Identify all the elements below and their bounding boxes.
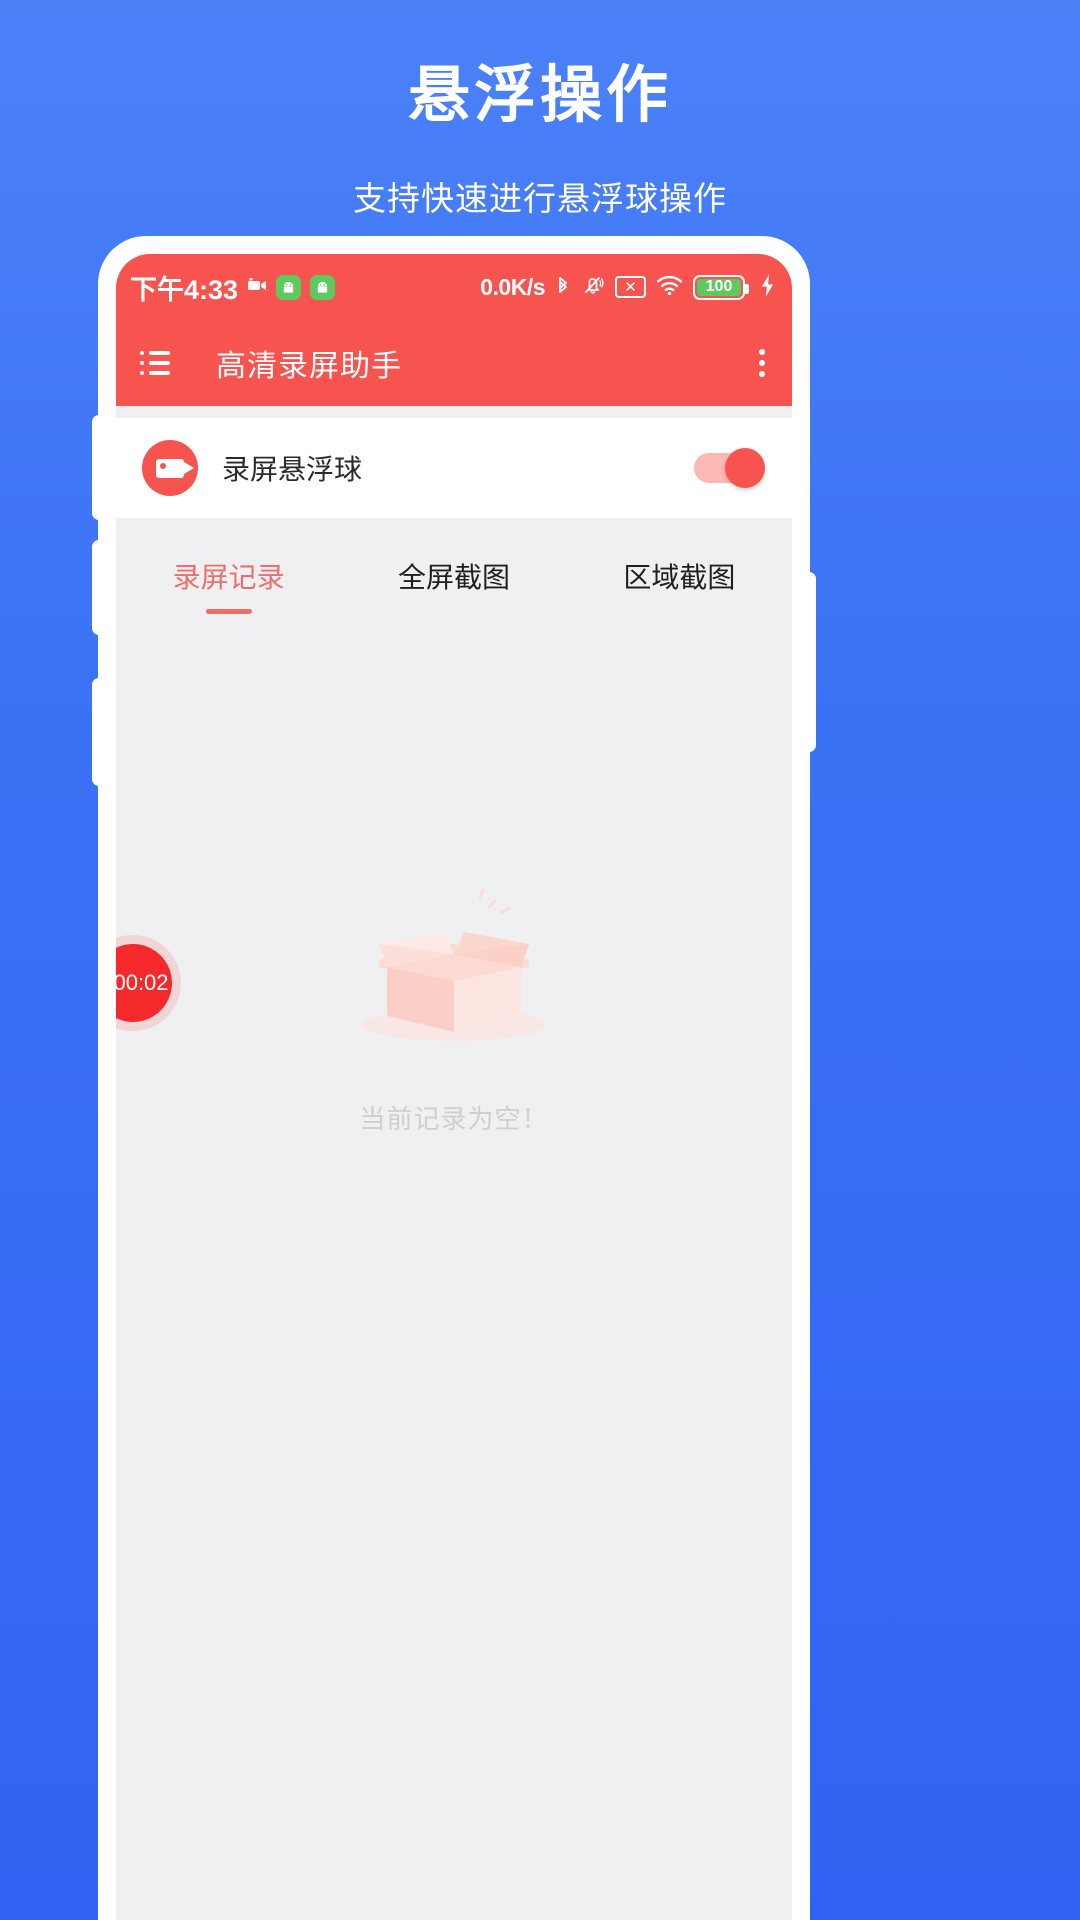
phone-button-left-3 [92,678,106,786]
video-camera-icon [142,440,198,496]
battery-indicator: 100 [693,274,749,300]
empty-state-text: 当前记录为空！ [359,1104,549,1134]
lightning-bolt-icon [759,273,776,302]
phone-button-left-2 [92,540,106,635]
wifi-icon [656,274,683,300]
app-title: 高清录屏助手 [216,350,402,383]
bell-mute-icon [581,273,605,301]
empty-state: 当前记录为空！ [116,882,792,1136]
sim-no-card-icon: ✕ [615,276,646,298]
status-bar-left: 下午4:33 [130,268,336,307]
android-app-badge-1 [276,274,302,300]
page-title: 悬浮操作 [407,61,672,130]
float-ball-label: 录屏悬浮球 [222,454,363,485]
recording-timer-text: 00:02 [116,970,169,995]
more-vertical-icon[interactable] [758,349,766,377]
network-speed: 0.0K/s [480,273,545,300]
tab-recordings[interactable]: 录屏记录 [116,556,341,614]
page-subtitle: 支持快速进行悬浮球操作 [353,180,727,217]
tab-region-capture[interactable]: 区域截图 [567,556,792,614]
status-time: 下午4:33 [130,274,239,305]
status-bar: 下午4:33 0.0K/s ✕ 100 [116,254,792,320]
toggle-knob [725,448,765,488]
float-ball-card[interactable]: 录屏悬浮球 [116,418,792,518]
android-app-badge-2 [310,274,336,300]
list-menu-icon[interactable] [140,351,170,375]
promo-stage: 悬浮操作 支持快速进行悬浮球操作 下午4:33 0.0K/s ✕ 100 高清录… [0,0,1080,1920]
empty-box-illustration [339,882,569,1057]
float-ball-toggle[interactable] [694,448,765,488]
tab-fullscreen-capture[interactable]: 全屏截图 [341,556,566,614]
status-bar-right: 0.0K/s ✕ 100 [480,273,776,302]
phone-button-right-1 [802,572,816,752]
camcorder-icon [247,278,267,296]
tab-bar: 录屏记录 全屏截图 区域截图 [116,518,792,614]
app-bar: 高清录屏助手 [116,320,792,406]
content-area: 00:02 当前记录为空！ [116,614,792,1920]
phone-button-left-1 [92,415,106,520]
float-ball-card-wrap: 录屏悬浮球 [116,406,792,518]
phone-screen: 下午4:33 0.0K/s ✕ 100 高清录屏助手 录屏悬浮球 录屏记录 全屏… [116,254,792,1920]
battery-level: 100 [705,278,733,295]
bluetooth-icon [555,273,571,301]
